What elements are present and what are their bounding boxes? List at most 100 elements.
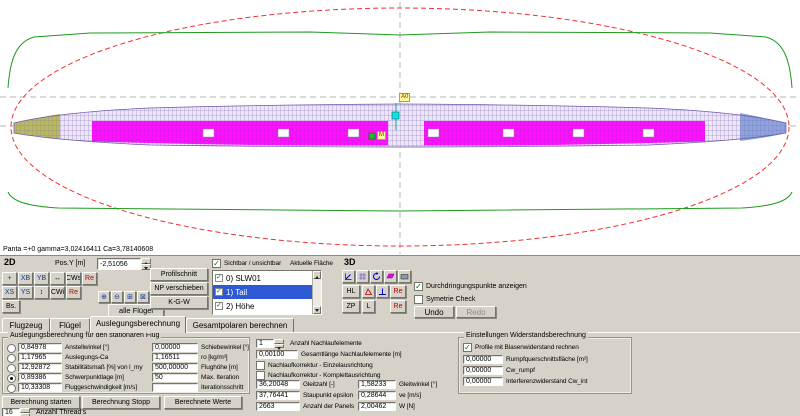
blasenwiderstand-label: Profile mit Blasenwiderstand rechnen [475,344,579,351]
auslegungs-ca-input[interactable]: 1,17965 [18,353,62,362]
flughoehe-input[interactable]: 500,00000 [152,363,198,372]
staupunkt-label: Staupunkt epsilon [303,392,353,399]
undo-button[interactable]: Undo [414,306,454,318]
fluggeschwindigkeit-label: Fluggeschwindigkeit [m/s] [65,384,137,391]
planform-canvas[interactable]: A0 M Panta =+0 gamma=3,02416411 Ca=3,781… [0,0,800,256]
wing-drawing [0,2,800,254]
section-3d-label: 3D [344,257,356,267]
fluggeschwindigkeit-input[interactable]: 10,33308 [18,383,62,392]
zoom-all-icon[interactable]: ⊠ [137,291,149,303]
design-group-legend: Auslegungsberechnung für den stationären… [8,332,162,339]
berechnung-stopp-button[interactable]: Berechnung Stopp [82,396,160,409]
radio-schwerpunktlage[interactable] [7,374,16,383]
view-xs-button[interactable]: XS [2,286,17,299]
surface-list-item-slw01[interactable]: ✓ 0) SLW01 [213,271,321,285]
surface-item-label: 2) Höhe [226,301,255,311]
rumpfquerschnitt-label: Rumpfquerschnittsfläche [m²] [506,356,588,363]
nachlauf-count-stepper[interactable] [274,339,284,349]
surface-visible-checkbox[interactable]: ✓ [215,288,223,296]
re-button-1[interactable]: Re [82,272,97,285]
schwerpunktlage-label: Schwerpunktlage [m] [65,374,124,381]
durchdringung-checkbox[interactable]: ✓ [414,282,423,291]
surface-visible-checkbox[interactable]: ✓ [215,302,223,310]
gleitzahl-label: Gleitzahl [-] [303,381,335,388]
nachlauf-length-input[interactable]: 0,00100 [256,350,298,359]
normal-icon-button[interactable] [376,285,389,298]
threads-input[interactable]: 16 [2,408,20,416]
zoom-in-icon[interactable]: ⊕ [98,291,110,303]
l-button[interactable]: L [362,300,375,313]
berechnete-werte-button[interactable]: Berechnete Werte [164,396,242,409]
schwerpunktlage-input[interactable]: 0,89386 [18,373,62,382]
angle-icon-button[interactable] [362,285,375,298]
marker-m-label: M [377,131,386,140]
rotate-view-icon[interactable] [370,270,383,283]
view-yb-button[interactable]: YB [34,272,49,285]
gleitwinkel-label: Gleitwinkel [°] [399,381,437,388]
max-iteration-input[interactable]: 50 [152,373,198,382]
weight-label: W [N] [399,403,415,410]
surface-list-scrollbar[interactable] [312,271,321,314]
schiebewinkel-label: Schiebewinkel [°] [201,344,249,351]
radio-auslegungs-ca[interactable] [7,354,16,363]
schiebewinkel-input[interactable]: 0,00000 [152,343,198,352]
anstellwinkel-input[interactable]: 0,84978 [18,343,62,352]
surface-list-item-hoehe[interactable]: ✓ 2) Höhe [213,299,321,313]
re-button-2[interactable]: Re [66,286,81,299]
radio-fluggeschwindigkeit[interactable] [7,384,16,393]
visibility-checkbox[interactable]: ✓ [212,259,221,268]
auslegungs-ca-label: Auslegungs-Ca [65,354,109,361]
tab-fluegel[interactable]: Flügel [50,318,90,332]
blasenwiderstand-checkbox[interactable]: ✓ [463,343,472,352]
nachlauf-einzel-checkbox[interactable] [256,361,265,370]
radio-stabilitaetsmass[interactable] [7,364,16,373]
threads-stepper[interactable] [20,408,30,416]
pos-y-input[interactable]: -2,51056 [97,258,141,270]
radio-anstellwinkel[interactable] [7,344,16,353]
view-xb-button[interactable]: XB [18,272,33,285]
zoom-out-icon[interactable]: ⊖ [111,291,123,303]
pan-horizontal-icon-button[interactable]: ↔ [50,272,65,285]
toolbar: 2D Pos.Y [m] -2,51056 + XB YB ↔ CWs Re X… [0,256,800,318]
surface-visible-checkbox[interactable]: ✓ [215,274,223,282]
re-3d-button[interactable]: Re [390,285,406,298]
tab-gesamtpolaren[interactable]: Gesamtpolaren berechnen [186,318,294,332]
zoom-window-icon[interactable]: ⊞ [124,291,136,303]
cwi-button[interactable]: CWi [50,286,65,299]
tab-auslegungsberechnung[interactable]: Auslegungsberechnung [90,316,186,333]
stabilitaetsmass-input[interactable]: 12,92872 [18,363,62,372]
cw-rumpf-input[interactable]: 0,00000 [463,366,503,375]
neutral-point-marker [391,111,400,120]
iterationsschritt-input[interactable] [152,383,198,392]
cg-marker [368,132,376,140]
camera-view-icon[interactable] [398,270,411,283]
np-verschieben-button[interactable]: NP verschieben [150,282,208,295]
cws-button[interactable]: CWs [66,272,81,285]
rumpfquerschnitt-input[interactable]: 0,00000 [463,355,503,364]
nachlauf-count-input[interactable]: 1 [256,339,274,348]
kgw-button[interactable]: K-G-W [150,296,208,309]
re-3d-button-2[interactable]: Re [390,300,406,313]
redo-button[interactable]: Redo [456,306,496,318]
nachlauf-komplett-checkbox[interactable] [256,371,265,380]
bs-button[interactable]: Bs. [2,300,20,313]
tab-flugzeug[interactable]: Flugzeug [2,318,50,332]
view-ys-button[interactable]: YS [18,286,33,299]
scroll-down-icon[interactable] [313,306,321,314]
scroll-up-icon[interactable] [313,271,321,279]
axes-3d-icon[interactable] [342,270,355,283]
symetrie-checkbox[interactable] [414,295,423,304]
cross-icon-button[interactable]: + [2,272,17,285]
ro-input[interactable]: 1,16511 [152,353,198,362]
surface-view-icon[interactable] [384,270,397,283]
profilschnitt-button[interactable]: Profilschnitt [150,268,208,281]
hl-button[interactable]: HL [342,285,360,298]
surface-list-item-tail[interactable]: ✓ 1) Tail [213,285,321,299]
pan-vertical-icon-button[interactable]: ↕ [34,286,49,299]
cw-int-label: Interferenzwiderstand Cw_int [506,378,588,385]
mesh-view-icon[interactable] [356,270,369,283]
zp-button[interactable]: ZP [342,300,360,313]
cw-int-input[interactable]: 0,00000 [463,377,503,386]
status-line: Panta =+0 gamma=3,02416411 Ca=3,78140608 [3,246,154,253]
gleitzahl-value: 36,20048 [256,380,300,389]
